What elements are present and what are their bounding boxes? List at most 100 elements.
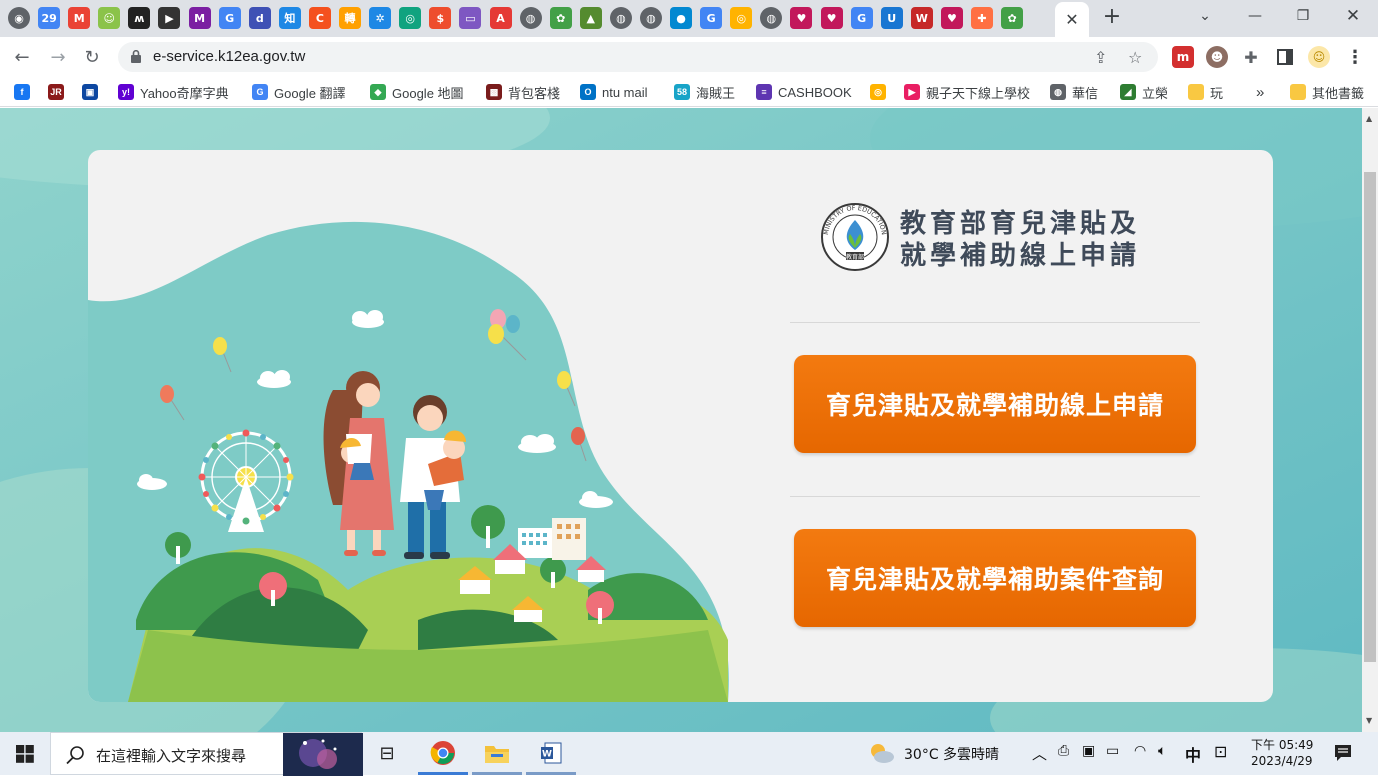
chatgpt-icon[interactable]: ◎	[399, 7, 422, 29]
app-icon[interactable]: A	[489, 7, 512, 29]
scrollbar-thumb[interactable]	[1364, 172, 1376, 662]
apply-online-button[interactable]: 育兒津貼及就學補助線上申請	[794, 355, 1196, 453]
bookmark-item[interactable]: ▣	[82, 83, 104, 101]
app-icon[interactable]: W	[910, 7, 933, 29]
bookmark-item[interactable]: G Google 翻譯	[252, 83, 346, 101]
heart-icon[interactable]: ♥	[820, 7, 843, 29]
app-icon[interactable]: ▲	[579, 7, 602, 29]
notification-icon[interactable]	[1334, 744, 1352, 762]
bookmark-item[interactable]: y! Yahoo奇摩字典	[118, 83, 229, 101]
heart-icon[interactable]: ♥	[940, 7, 963, 29]
word-icon[interactable]: W	[536, 738, 566, 768]
lock-icon[interactable]	[131, 50, 141, 63]
app-icon[interactable]: 轉	[339, 7, 362, 29]
heart-icon[interactable]: ♥	[790, 7, 813, 29]
meet-now-icon[interactable]: ⎙	[1058, 743, 1069, 759]
taskbar-search-box[interactable]: 在這裡輸入文字來搜尋	[50, 732, 363, 776]
app-icon[interactable]: M	[188, 7, 211, 29]
reload-button[interactable]: ↻	[80, 45, 104, 69]
bookmark-item[interactable]: ◆ Google 地圖	[370, 83, 464, 101]
menu-kebab-icon[interactable]: ⋮	[1344, 46, 1366, 68]
close-window-button[interactable]: ✕	[1330, 0, 1376, 32]
app-icon[interactable]: ◎	[730, 7, 753, 29]
shopee-icon[interactable]: $	[429, 7, 452, 29]
app-icon[interactable]: U	[880, 7, 903, 29]
tray-chevron-icon[interactable]: ︿	[1032, 743, 1047, 764]
url-text[interactable]: e-service.k12ea.gov.tw	[153, 48, 305, 65]
weather-cloud-sun-icon[interactable]	[868, 741, 896, 765]
clock-date[interactable]: 2023/4/29	[1251, 754, 1313, 768]
page-viewport: 教育部 MINISTRY OF EDUCATION 教育部育兒津貼及 就學補助線…	[0, 108, 1362, 732]
google-icon[interactable]: G	[850, 7, 873, 29]
globe-icon[interactable]: ◍	[519, 7, 542, 29]
google-icon[interactable]: G	[218, 7, 241, 29]
bookmark-item[interactable]: Ontu mail	[580, 83, 648, 101]
svg-text:W: W	[542, 750, 552, 760]
line-icon[interactable]: ☺	[98, 7, 121, 29]
globe-icon[interactable]: ◍	[639, 7, 662, 29]
bookmark-item[interactable]: ◍ 華信	[1050, 83, 1098, 101]
bookmark-item[interactable]: ≡ CASHBOOK	[756, 83, 852, 101]
app-icon[interactable]: ʍ	[128, 7, 151, 29]
tab-close-icon[interactable]: ✕	[1065, 10, 1078, 29]
zhihu-icon[interactable]: 知	[278, 7, 301, 29]
globe-icon[interactable]: ◍	[609, 7, 632, 29]
forward-button[interactable]: →	[46, 45, 70, 69]
active-tab[interactable]: ✕	[1055, 2, 1089, 37]
ime-indicator[interactable]: 中	[1185, 742, 1201, 766]
case-query-button[interactable]: 育兒津貼及就學補助案件查詢	[794, 529, 1196, 627]
battery-icon[interactable]: ▭	[1106, 743, 1119, 759]
profile-avatar[interactable]: ☺	[1308, 46, 1330, 68]
minimize-button[interactable]: —	[1232, 0, 1278, 32]
scroll-down-arrow-icon[interactable]: ▼	[1366, 716, 1372, 725]
tab-search-icon[interactable]: ⌄	[1182, 0, 1228, 32]
bookmark-item[interactable]: JR	[48, 83, 70, 101]
app-icon[interactable]: ✿	[1001, 7, 1024, 29]
task-view-icon[interactable]: ⊟	[372, 738, 402, 768]
new-tab-button[interactable]: +	[1100, 6, 1124, 30]
bookmark-item[interactable]: 玩	[1188, 83, 1223, 101]
app-icon[interactable]: ✚	[971, 7, 993, 29]
gmail-icon[interactable]: M	[68, 7, 91, 29]
bookmark-item[interactable]: ◢ 立榮	[1120, 83, 1168, 101]
bookmark-item[interactable]: ▩ 背包客棧	[486, 83, 560, 101]
puzzle-icon[interactable]: ✚	[1240, 46, 1262, 68]
app-icon[interactable]: d	[248, 7, 271, 29]
side-panel-icon[interactable]	[1274, 46, 1296, 68]
bookmark-star-icon[interactable]: ☆	[1128, 48, 1142, 67]
bookmark-item[interactable]: ◎	[870, 83, 892, 101]
calendar-icon[interactable]: 29	[38, 7, 61, 29]
search-highlight-image	[283, 733, 363, 776]
extension-icon[interactable]: m	[1172, 46, 1194, 68]
address-bar[interactable]: e-service.k12ea.gov.tw ⇪ ☆	[118, 42, 1158, 72]
app-icon[interactable]: ▭	[459, 7, 482, 29]
bookmark-item[interactable]: 58 海賊王	[674, 83, 735, 101]
other-bookmarks[interactable]: 其他書籤	[1290, 83, 1364, 101]
restore-button[interactable]: ❐	[1280, 0, 1326, 32]
ime-mode-icon[interactable]: ⊡	[1214, 742, 1227, 761]
google-icon[interactable]: G	[700, 7, 723, 29]
chrome-taskbar-icon[interactable]	[428, 738, 458, 768]
windows-start-icon[interactable]	[16, 745, 34, 763]
search-icon	[66, 746, 84, 765]
weather-text[interactable]: 30°C 多雲時晴	[904, 744, 999, 764]
globe-icon[interactable]: ◍	[760, 7, 783, 29]
clock-time[interactable]: 下午 05:49	[1251, 736, 1313, 753]
chrome-icon[interactable]: ◉	[8, 7, 30, 29]
gear-icon[interactable]: ✲	[369, 7, 392, 29]
extension-icon[interactable]: ☻	[1206, 46, 1228, 68]
app-icon[interactable]: ✿	[549, 7, 572, 29]
share-icon[interactable]: ⇪	[1094, 48, 1107, 67]
bookmark-item[interactable]: ▶ 親子天下線上學校	[904, 83, 1030, 101]
volume-icon[interactable]: 🔈︎	[1158, 743, 1166, 759]
bookmark-item[interactable]: f	[14, 83, 36, 101]
tray-app-icon[interactable]: ▣	[1082, 743, 1095, 759]
app-icon[interactable]: ▶	[158, 7, 181, 29]
wifi-icon[interactable]: ◠	[1134, 743, 1146, 759]
app-icon[interactable]: C	[308, 7, 331, 29]
scroll-up-arrow-icon[interactable]: ▲	[1366, 114, 1372, 123]
bookmarks-more-button[interactable]: »	[1256, 83, 1264, 101]
back-button[interactable]: ←	[10, 45, 34, 69]
app-icon[interactable]: ●	[670, 7, 693, 29]
file-explorer-icon[interactable]	[482, 738, 512, 768]
